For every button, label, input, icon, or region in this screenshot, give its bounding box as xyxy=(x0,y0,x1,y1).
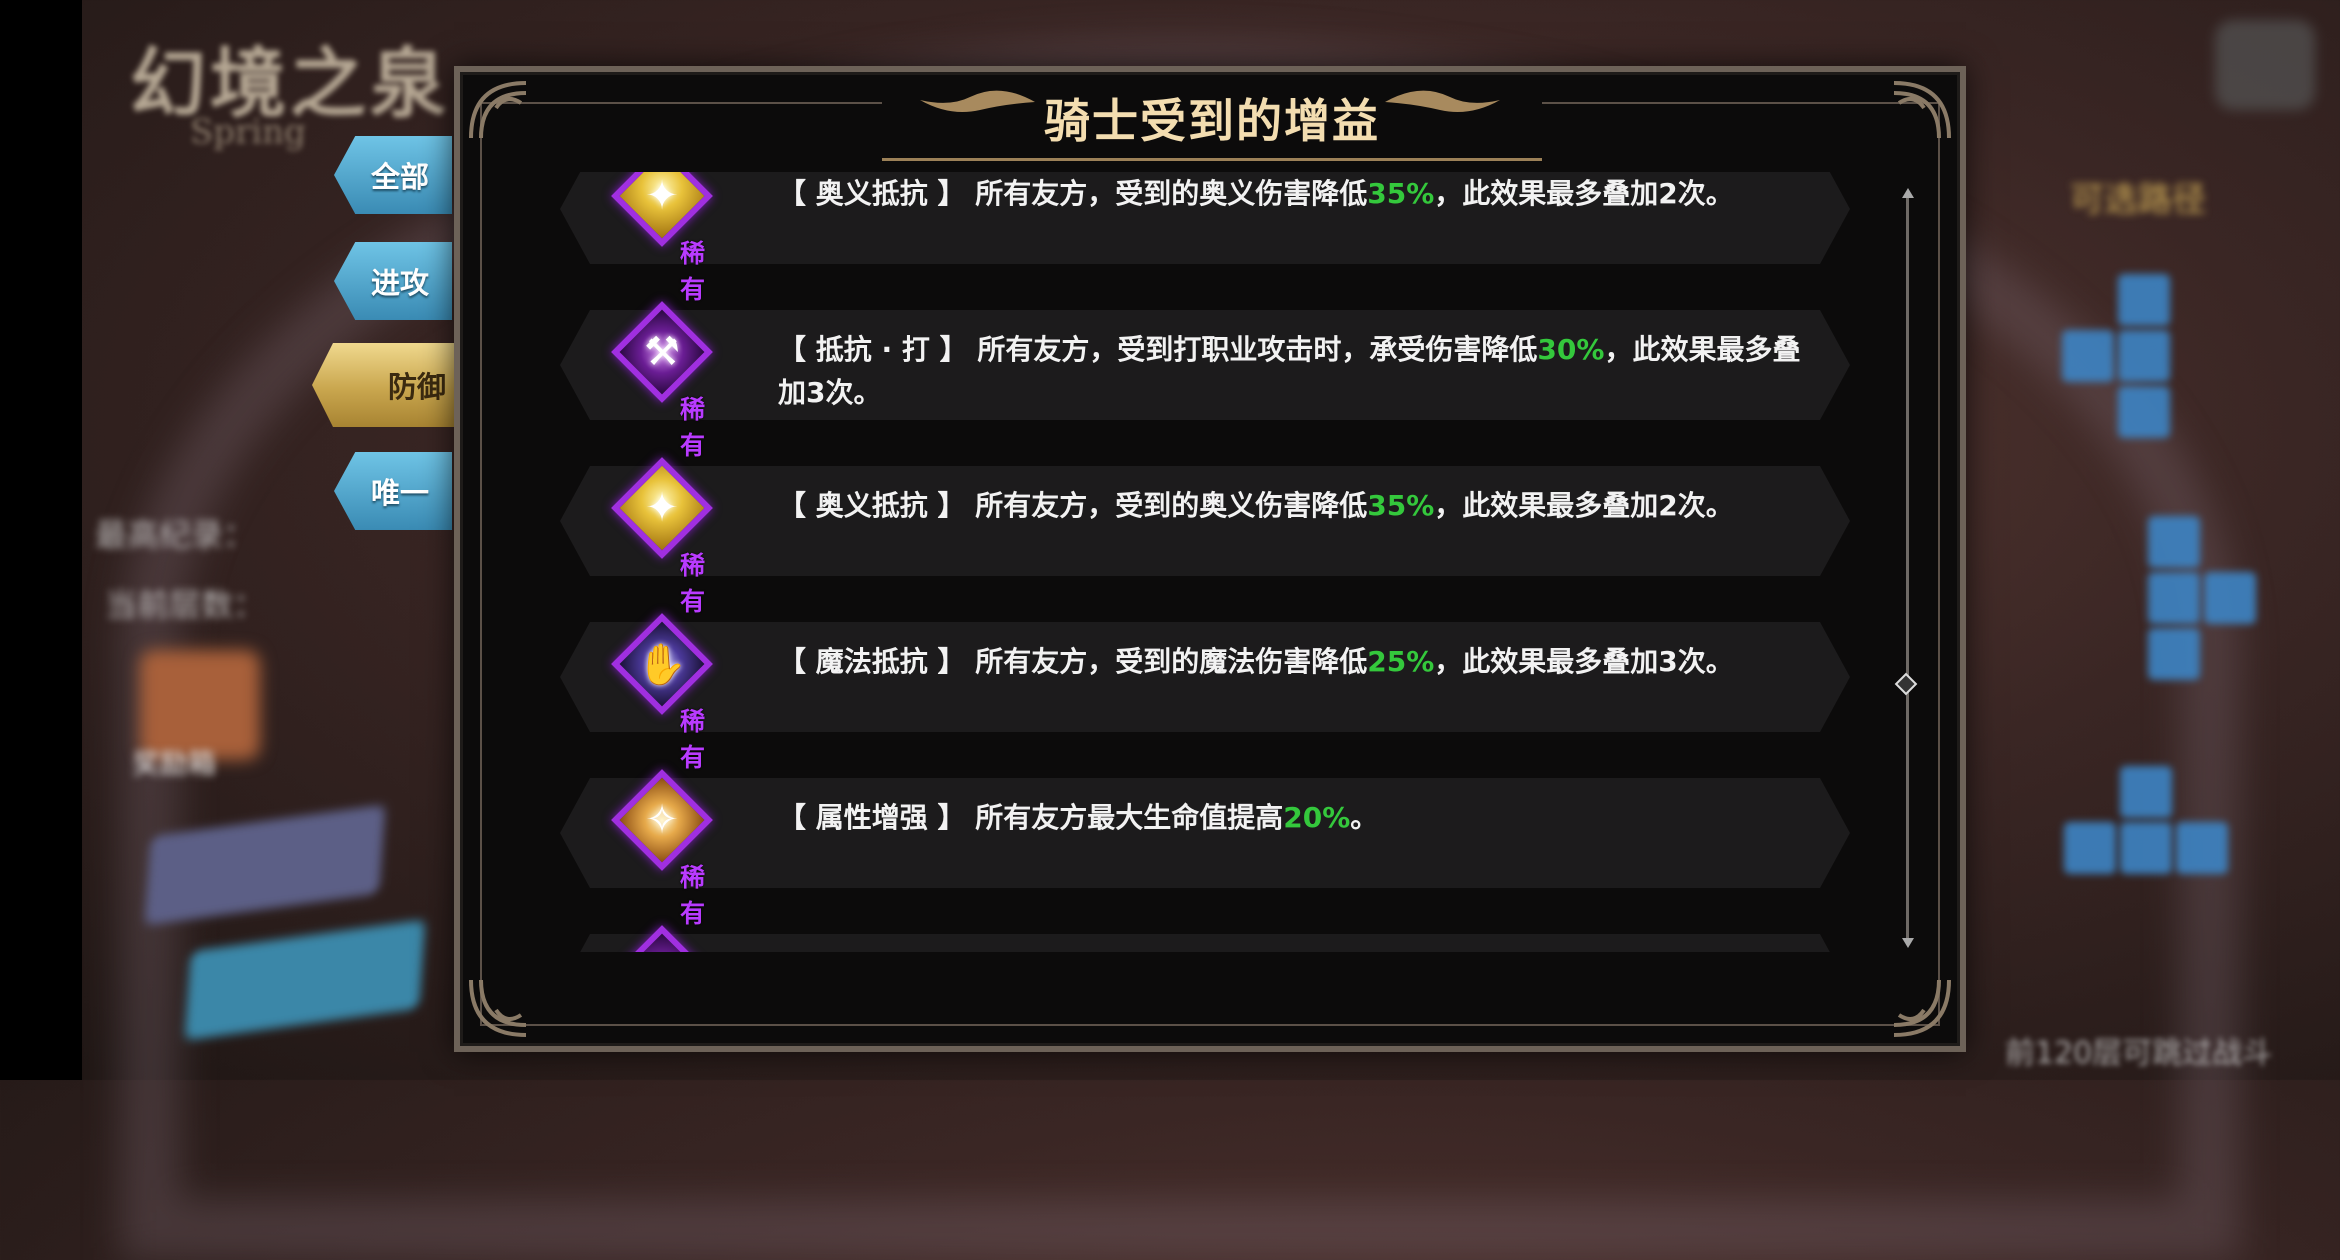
logo-subtitle: Spring xyxy=(190,112,306,152)
route-block xyxy=(2118,274,2170,326)
star-glyph-icon: ✧ xyxy=(645,797,679,843)
buff-icon-frame: ✧ 稀有 xyxy=(611,769,713,928)
list-item: ✦ 稀有 【 奥义抵抗 】 所有友方，受到的奥义伤害降低35%，此效果最多叠加2… xyxy=(560,457,1850,616)
route-block xyxy=(2148,572,2200,624)
reward-chest-icon xyxy=(140,650,260,760)
rarity-label: 稀有 xyxy=(680,863,706,928)
route-block xyxy=(2176,822,2228,874)
scroll-up-arrow-icon[interactable] xyxy=(1902,188,1914,198)
buff-description: 【 属性增强 】 所有友方最大生命值提高20%。 xyxy=(778,796,1808,839)
tab-attack[interactable]: 进攻 xyxy=(334,242,452,320)
reward-chest-label: 奖励箱 xyxy=(132,747,217,780)
corner-ornament-icon xyxy=(1893,979,1951,1037)
buff-name: 【 魔法抵抗 】 xyxy=(778,645,966,678)
buff-name: 【 奥义抵抗 】 xyxy=(778,489,966,522)
route-block xyxy=(2148,628,2200,680)
route-block xyxy=(2062,330,2114,382)
list-item: ✋ 稀有 【 魔法抵抗 】 所有友方，受到的魔法伤害降低25%，此效果最多叠加3… xyxy=(560,613,1850,772)
buff-icon-frame: ⚒ 稀有 xyxy=(611,301,713,460)
knight-status-button xyxy=(184,919,426,1041)
list-item: ✦ 稀有 【 奥义抵抗 】 所有友方，受到的奥义伤害降低35%，此效果最多叠加2… xyxy=(560,172,1850,304)
shield-glyph-icon: ✦ xyxy=(645,485,679,531)
scrollbar-track[interactable] xyxy=(1906,196,1909,944)
buff-description: 【 奥义抵抗 】 所有友方，受到的奥义伤害降低35%，此效果最多叠加2次。 xyxy=(778,484,1808,527)
buff-name: 【 奥义抵抗 】 xyxy=(778,177,966,210)
tab-unique[interactable]: 唯一 xyxy=(334,452,452,530)
title-ornament-right-icon xyxy=(1385,90,1500,113)
route-block xyxy=(2204,572,2256,624)
buff-text-after: ，此效果最多叠加2次。 xyxy=(1434,489,1734,522)
buff-name: 【 抵抗 · 打 】 xyxy=(778,333,968,366)
list-item-partial xyxy=(560,925,1850,952)
buff-description: 【 奥义抵抗 】 所有友方，受到的奥义伤害降低35%，此效果最多叠加2次。 xyxy=(778,172,1808,215)
route-block xyxy=(2118,330,2170,382)
buff-value: 30% xyxy=(1537,333,1605,366)
rarity-label: 稀有 xyxy=(680,395,706,460)
rarity-label: 稀有 xyxy=(680,707,706,772)
route-block xyxy=(2120,766,2172,818)
buff-value: 25% xyxy=(1367,645,1435,678)
list-item: ⚒ 稀有 【 抵抗 · 打 】 所有友方，受到打职业攻击时，承受伤害降低30%，… xyxy=(560,301,1850,460)
logo-title: 幻境之泉 xyxy=(130,39,450,128)
title-ornament-left-icon xyxy=(920,90,1035,113)
buff-name: 【 属性增强 】 xyxy=(778,801,966,834)
route-block xyxy=(2064,822,2116,874)
buff-icon xyxy=(611,925,713,952)
buff-description: 【 魔法抵抗 】 所有友方，受到的魔法伤害降低25%，此效果最多叠加3次。 xyxy=(778,640,1808,683)
scroll-down-arrow-icon[interactable] xyxy=(1902,938,1914,948)
buff-text-before: 所有友方，受到的魔法伤害降低 xyxy=(965,645,1368,678)
best-record-label: 最高纪录： xyxy=(95,516,256,554)
buff-icon-frame: ✦ 稀有 xyxy=(611,457,713,616)
buff-text-before: 所有友方，受到的奥义伤害降低 xyxy=(965,177,1368,210)
rarity-label: 稀有 xyxy=(680,239,706,304)
back-arrow-icon xyxy=(2215,20,2315,110)
corner-ornament-icon xyxy=(1893,81,1951,139)
tab-all[interactable]: 全部 xyxy=(334,136,452,214)
buff-text-after: 。 xyxy=(1350,801,1379,834)
route-block xyxy=(2120,822,2172,874)
route-block xyxy=(2118,386,2170,438)
list-item: ✧ 稀有 【 属性增强 】 所有友方最大生命值提高20%。 xyxy=(560,769,1850,928)
hand-glyph-icon: ✋ xyxy=(637,641,687,688)
view-blessing-button xyxy=(144,804,386,926)
buff-text-after: ，此效果最多叠加3次。 xyxy=(1434,645,1734,678)
current-floor-label: 当前层数： xyxy=(105,586,266,624)
buff-text-after: ，此效果最多叠加2次。 xyxy=(1434,177,1734,210)
buff-value: 35% xyxy=(1367,489,1435,522)
buff-text-before: 所有友方，受到打职业攻击时，承受伤害降低 xyxy=(967,333,1538,366)
buff-list[interactable]: ✦ 稀有 【 奥义抵抗 】 所有友方，受到的奥义伤害降低35%，此效果最多叠加2… xyxy=(560,172,1850,952)
hammer-glyph-icon: ⚒ xyxy=(644,329,680,375)
buff-text-before: 所有友方，受到的奥义伤害降低 xyxy=(965,489,1368,522)
route-title: 可选路径 xyxy=(2070,180,2206,220)
buff-panel: ✦ 稀有 【 奥义抵抗 】 所有友方，受到的奥义伤害降低35%，此效果最多叠加2… xyxy=(454,66,1966,1052)
screen-left-edge xyxy=(0,0,82,1080)
footer-hint: 前120层可跳过战斗 xyxy=(2005,1036,2273,1071)
buff-icon-frame: ✋ 稀有 xyxy=(611,613,713,772)
buff-icon-frame: ✦ 稀有 xyxy=(611,172,713,304)
buff-icon-frame xyxy=(611,925,713,952)
buff-text-before: 所有友方最大生命值提高 xyxy=(965,801,1284,834)
panel-title: 骑士受到的增益 xyxy=(1044,94,1380,148)
buff-description: 【 抵抗 · 打 】 所有友方，受到打职业攻击时，承受伤害降低30%，此效果最多… xyxy=(778,328,1808,414)
rarity-label: 稀有 xyxy=(680,551,706,616)
route-block xyxy=(2148,516,2200,568)
row-background xyxy=(560,934,1850,952)
buff-value: 20% xyxy=(1283,801,1351,834)
buff-value: 35% xyxy=(1367,177,1435,210)
